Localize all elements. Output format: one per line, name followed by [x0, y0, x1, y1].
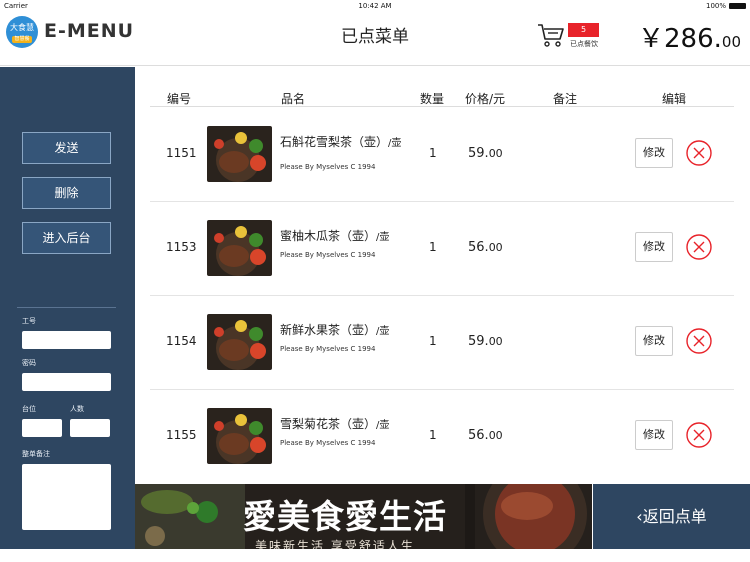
battery-percent: 100% [705, 2, 726, 10]
guests-label: 人数 [70, 405, 84, 413]
status-bar: Carrier 10:42 AM 100% [0, 0, 750, 12]
item-price: 59.00 [468, 146, 503, 161]
table-row: 1154 新鲜水果茶（壶）/壶 Please By Myselves C 199… [150, 296, 734, 390]
item-description: Please By Myselves C 1994 [280, 439, 376, 447]
table-row: 1153 蜜柚木瓜茶（壶）/壶 Please By Myselves C 199… [150, 202, 734, 296]
item-id: 1151 [166, 146, 197, 160]
order-note-textarea[interactable] [22, 464, 111, 530]
banner-title: 愛美食愛生活 [243, 497, 447, 536]
item-name: 新鲜水果茶（壶）/壶 [280, 323, 405, 339]
item-quantity: 1 [429, 334, 437, 348]
price-decimal: 00 [488, 429, 503, 442]
header-qty: 数量 [420, 92, 445, 106]
sidebar: 发送 删除 进入后台 工号 密码 台位 人数 整单备注 [0, 67, 135, 549]
item-id: 1155 [166, 428, 197, 442]
header-name: 品名 [281, 92, 306, 106]
employee-id-label: 工号 [22, 317, 36, 325]
cart-icon[interactable] [536, 22, 566, 48]
send-button[interactable]: 发送 [22, 132, 111, 164]
banner-subtitle: 美味新生活 享受舒适人生 [255, 539, 415, 549]
back-button-label: 返回点单 [642, 507, 707, 526]
item-unit: /壶 [376, 420, 390, 431]
item-name-text: 石斛花雪梨茶（壶） [280, 135, 389, 149]
dish-image [207, 408, 272, 464]
total-integer: 286. [664, 24, 722, 54]
header-price: 价格/元 [465, 92, 506, 106]
price-decimal: 00 [488, 241, 503, 254]
item-price: 59.00 [468, 334, 503, 349]
item-name: 雪梨菊花茶（壶）/壶 [280, 417, 405, 433]
delete-item-icon[interactable] [686, 234, 712, 260]
price-decimal: 00 [488, 147, 503, 160]
item-name-text: 蜜柚木瓜茶（壶） [280, 229, 377, 243]
table-input[interactable] [22, 419, 62, 437]
item-unit: /壶 [376, 232, 390, 243]
cart-count-badge[interactable]: 5 [568, 23, 599, 37]
price-integer: 56. [468, 240, 489, 255]
header-id: 编号 [167, 92, 192, 106]
sidebar-divider [17, 307, 116, 308]
table-header: 编号 品名 数量 价格/元 备注 编辑 [150, 88, 734, 107]
delete-item-icon[interactable] [686, 140, 712, 166]
edit-button[interactable]: 修改 [635, 420, 673, 450]
header: 大食慧 智慧餐 E-MENU 已点菜单 5 已点餐饮 ￥286.00 [0, 12, 750, 66]
item-id: 1153 [166, 240, 197, 254]
dish-image [207, 126, 272, 182]
employee-id-input[interactable] [22, 331, 111, 349]
price-integer: 56. [468, 428, 489, 443]
item-name: 蜜柚木瓜茶（壶）/壶 [280, 229, 405, 245]
item-description: Please By Myselves C 1994 [280, 163, 376, 171]
delete-item-icon[interactable] [686, 422, 712, 448]
clock: 10:42 AM [358, 2, 392, 10]
table-label: 台位 [22, 405, 36, 413]
item-quantity: 1 [429, 146, 437, 160]
item-unit: /壶 [388, 138, 402, 149]
total-currency: ￥ [638, 24, 665, 54]
cart-label: 已点餐饮 [570, 40, 598, 48]
item-price: 56.00 [468, 428, 503, 443]
table-row: 1151 石斛花雪梨茶（壶）/壶 Please By Myselves C 19… [150, 108, 734, 202]
back-to-order-button[interactable]: ‹返回点单 [593, 484, 750, 549]
item-name: 石斛花雪梨茶（壶）/壶 [280, 135, 405, 151]
item-name-text: 新鲜水果茶（壶） [280, 323, 377, 337]
item-quantity: 1 [429, 240, 437, 254]
edit-button[interactable]: 修改 [635, 326, 673, 356]
item-quantity: 1 [429, 428, 437, 442]
edit-button[interactable]: 修改 [635, 138, 673, 168]
battery-indicator: 100% [706, 2, 746, 10]
dish-image [207, 314, 272, 370]
header-edit: 编辑 [662, 92, 687, 106]
header-note: 备注 [553, 92, 578, 106]
dish-image [207, 220, 272, 276]
price-decimal: 00 [488, 335, 503, 348]
item-price: 56.00 [468, 240, 503, 255]
order-total: ￥286.00 [638, 18, 741, 55]
price-integer: 59. [468, 146, 489, 161]
item-description: Please By Myselves C 1994 [280, 251, 376, 259]
table-row: 1155 雪梨菊花茶（壶）/壶 Please By Myselves C 199… [150, 390, 734, 484]
delete-button[interactable]: 删除 [22, 177, 111, 209]
battery-icon [729, 3, 746, 9]
item-id: 1154 [166, 334, 197, 348]
promo-banner: 愛美食愛生活 美味新生活 享受舒适人生 [135, 484, 592, 549]
price-integer: 59. [468, 334, 489, 349]
total-decimal: 00 [721, 33, 741, 51]
enter-backend-button[interactable]: 进入后台 [22, 222, 111, 254]
guests-input[interactable] [70, 419, 110, 437]
item-unit: /壶 [376, 326, 390, 337]
item-name-text: 雪梨菊花茶（壶） [280, 417, 377, 431]
order-note-label: 整单备注 [22, 450, 50, 458]
delete-item-icon[interactable] [686, 328, 712, 354]
edit-button[interactable]: 修改 [635, 232, 673, 262]
password-input[interactable] [22, 373, 111, 391]
password-label: 密码 [22, 359, 36, 367]
item-description: Please By Myselves C 1994 [280, 345, 376, 353]
